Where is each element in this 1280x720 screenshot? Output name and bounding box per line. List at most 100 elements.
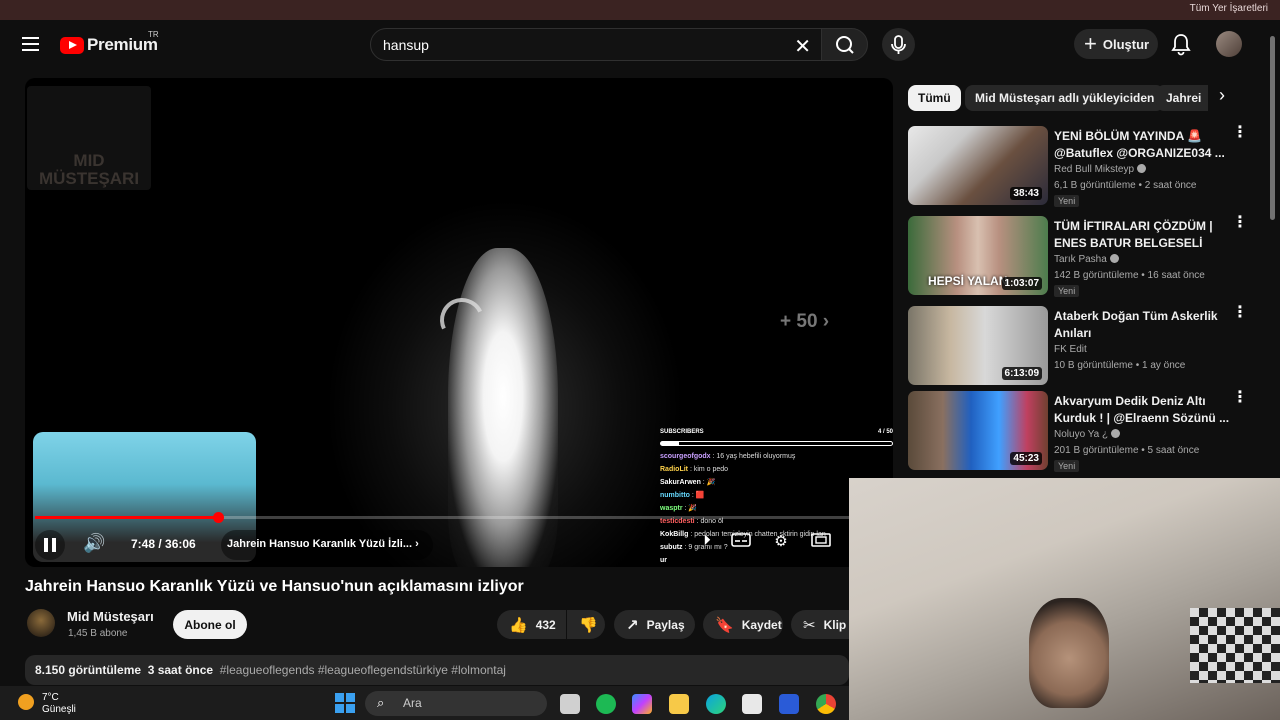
description-box[interactable]: 8.150 görüntüleme 3 saat önce #leagueofl… bbox=[25, 655, 849, 685]
subtitles-icon[interactable] bbox=[729, 532, 753, 552]
dislike-button[interactable]: 👎 bbox=[567, 610, 605, 639]
menu-icon[interactable] bbox=[22, 37, 39, 51]
recommendation-item[interactable]: 45:23 Akvaryum Dedik Deniz Altı Kurduk !… bbox=[908, 390, 1258, 473]
verified-check-icon bbox=[1111, 429, 1121, 438]
recommendation-channel: Noluyo Ya ¿ bbox=[1054, 429, 1121, 440]
subscriber-goal-count: 4 / 50 bbox=[877, 429, 893, 435]
more-options-icon[interactable]: ⋮ bbox=[1232, 390, 1248, 406]
copilot-icon[interactable] bbox=[632, 694, 652, 714]
share-icon: ↗ bbox=[626, 616, 639, 634]
recommendation-item[interactable]: 38:43 YENİ BÖLÜM YAYINDA 🚨 @Batuflex @OR… bbox=[908, 125, 1258, 208]
create-button[interactable]: + Oluştur bbox=[1074, 29, 1158, 59]
chat-username: testicdesti bbox=[660, 518, 695, 525]
more-options-icon[interactable]: ⋮ bbox=[1232, 125, 1248, 141]
channel-name[interactable]: Mid Müsteşarı bbox=[67, 609, 154, 624]
channel-avatar[interactable] bbox=[27, 609, 55, 637]
chat-username: RadioLit bbox=[660, 466, 688, 473]
microphone-icon bbox=[891, 35, 906, 54]
more-options-icon[interactable]: ⋮ bbox=[1232, 215, 1248, 231]
subscriber-count: 1,45 B abone bbox=[68, 628, 128, 639]
weather-condition: Güneşli bbox=[42, 704, 76, 715]
search-input[interactable]: hansup ✕ bbox=[370, 28, 822, 61]
scissors-icon: ✂ bbox=[803, 616, 816, 634]
recommendation-channel: Tarık Pasha bbox=[1054, 254, 1119, 265]
chat-username: KokBillg bbox=[660, 531, 689, 538]
recommendation-title[interactable]: YENİ BÖLÜM YAYINDA 🚨 @Batuflex @ORGANIZE… bbox=[1054, 128, 1230, 162]
clip-button[interactable]: ✂ Klip bbox=[791, 610, 849, 639]
chat-username: numbitto bbox=[660, 492, 690, 499]
file-explorer-icon[interactable] bbox=[669, 694, 689, 714]
plus-icon: + bbox=[1084, 31, 1097, 56]
more-options-icon[interactable]: ⋮ bbox=[1232, 305, 1248, 321]
volume-icon[interactable]: 🔊 bbox=[83, 533, 105, 554]
pause-button[interactable] bbox=[35, 530, 65, 560]
recommendation-title[interactable]: Akvaryum Dedik Deniz Altı Kurduk ! | @El… bbox=[1054, 393, 1230, 427]
video-player[interactable]: + 50 › MID MÜSTEŞARI SUBSCRIBERS 4 / 50 … bbox=[25, 78, 893, 567]
chip-jahrein[interactable]: Jahrei bbox=[1156, 85, 1208, 111]
autoplay-toggle-icon[interactable]: ⏵ bbox=[695, 532, 719, 552]
thumbnail[interactable]: 6:13:09 bbox=[908, 306, 1048, 385]
video-title: Jahrein Hansuo Karanlık Yüzü ve Hansuo'n… bbox=[25, 578, 524, 595]
taskbar-search-label: Ara bbox=[403, 696, 422, 710]
share-label: Paylaş bbox=[646, 617, 685, 632]
store-icon[interactable] bbox=[742, 694, 762, 714]
chat-text: : 🟥 bbox=[689, 492, 705, 499]
skip-forward-button[interactable]: + 50 › bbox=[780, 311, 829, 333]
settings-gear-icon[interactable]: ⚙ bbox=[769, 532, 793, 552]
windows-start-icon[interactable] bbox=[335, 693, 355, 713]
chips-next-chevron-icon[interactable]: › bbox=[1208, 85, 1236, 111]
all-bookmarks-link[interactable]: Tüm Yer İşaretleri bbox=[1190, 3, 1268, 14]
user-webcam-overlay bbox=[849, 478, 1280, 720]
recommendation-meta: 6,1 B görüntüleme • 2 saat önce bbox=[1054, 180, 1197, 191]
chat-username: SakurArwen bbox=[660, 479, 701, 486]
thumbnail[interactable]: 45:23 bbox=[908, 391, 1048, 470]
kitchen-tiles bbox=[1190, 608, 1280, 683]
share-button[interactable]: ↗ Paylaş bbox=[614, 610, 695, 639]
chat-username: scourgeofgodx bbox=[660, 453, 711, 460]
video-frame-figure bbox=[448, 248, 558, 567]
chat-message: RadioLit : kim o pedo bbox=[660, 463, 893, 476]
like-count: 432 bbox=[535, 617, 556, 632]
recommendation-item[interactable]: HEPSİ YALAN 1:03:07 TÜM İFTIRALARI ÇÖZDÜ… bbox=[908, 215, 1258, 298]
channel-watermark-text: MID MÜSTEŞARI bbox=[38, 151, 140, 188]
voice-search-button[interactable] bbox=[882, 28, 915, 61]
theater-mode-icon[interactable] bbox=[809, 532, 833, 552]
like-button[interactable]: 👍 432 bbox=[497, 610, 566, 639]
search-value: hansup bbox=[383, 37, 429, 53]
subscriber-goal-bar bbox=[660, 441, 893, 446]
thumbnail[interactable]: HEPSİ YALAN 1:03:07 bbox=[908, 216, 1048, 295]
youtube-logo[interactable]: Premium TR bbox=[60, 30, 159, 55]
windows-taskbar: 7°C Güneşli ⌕ Ara bbox=[0, 686, 849, 720]
chapter-button[interactable]: Jahrein Hansuo Karanlık Yüzü İzli... › bbox=[221, 530, 433, 560]
subscribe-button[interactable]: Abone ol bbox=[173, 610, 247, 639]
sun-icon bbox=[18, 694, 34, 710]
chip-all[interactable]: Tümü bbox=[908, 85, 961, 111]
taskbar-search-input[interactable]: ⌕ Ara bbox=[365, 691, 547, 716]
page-scrollbar[interactable] bbox=[1270, 36, 1275, 220]
thumbnail[interactable]: 38:43 bbox=[908, 126, 1048, 205]
spotify-icon[interactable] bbox=[596, 694, 616, 714]
chevron-right-icon: › bbox=[415, 538, 419, 550]
notifications-bell-icon[interactable] bbox=[1170, 32, 1192, 56]
search-button[interactable] bbox=[821, 28, 868, 61]
chrome-icon[interactable] bbox=[816, 694, 836, 714]
recommendation-item[interactable]: 6:13:09 Ataberk Doğan Tüm Askerlik Anıla… bbox=[908, 305, 1258, 388]
logo-region: TR bbox=[148, 30, 159, 39]
chat-text: : 🎉 bbox=[700, 479, 716, 486]
edge-icon[interactable] bbox=[706, 694, 726, 714]
thumbs-down-icon: 👎 bbox=[579, 616, 598, 634]
mail-icon[interactable] bbox=[779, 694, 799, 714]
account-avatar[interactable] bbox=[1216, 31, 1242, 57]
progress-bar[interactable] bbox=[35, 512, 883, 523]
bookmark-icon: 🔖 bbox=[715, 616, 734, 634]
task-view-icon[interactable] bbox=[560, 694, 580, 714]
save-button[interactable]: 🔖 Kaydet bbox=[703, 610, 783, 639]
chip-from-uploader[interactable]: Mid Müsteşarı adlı yükleyiciden bbox=[965, 85, 1165, 111]
recommendation-title[interactable]: TÜM İFTIRALARI ÇÖZDÜM | ENES BATUR BELGE… bbox=[1054, 218, 1230, 252]
recommendation-channel: Red Bull Miksteyp bbox=[1054, 164, 1147, 175]
subscriber-goal: SUBSCRIBERS 4 / 50 bbox=[660, 426, 893, 439]
clear-search-icon[interactable]: ✕ bbox=[794, 34, 811, 59]
duration-badge: 6:13:09 bbox=[1001, 367, 1042, 380]
recommendation-title[interactable]: Ataberk Doğan Tüm Askerlik Anıları bbox=[1054, 308, 1230, 342]
hashtags[interactable]: #leagueoflegends #leagueoflegendstürkiye… bbox=[220, 663, 506, 677]
